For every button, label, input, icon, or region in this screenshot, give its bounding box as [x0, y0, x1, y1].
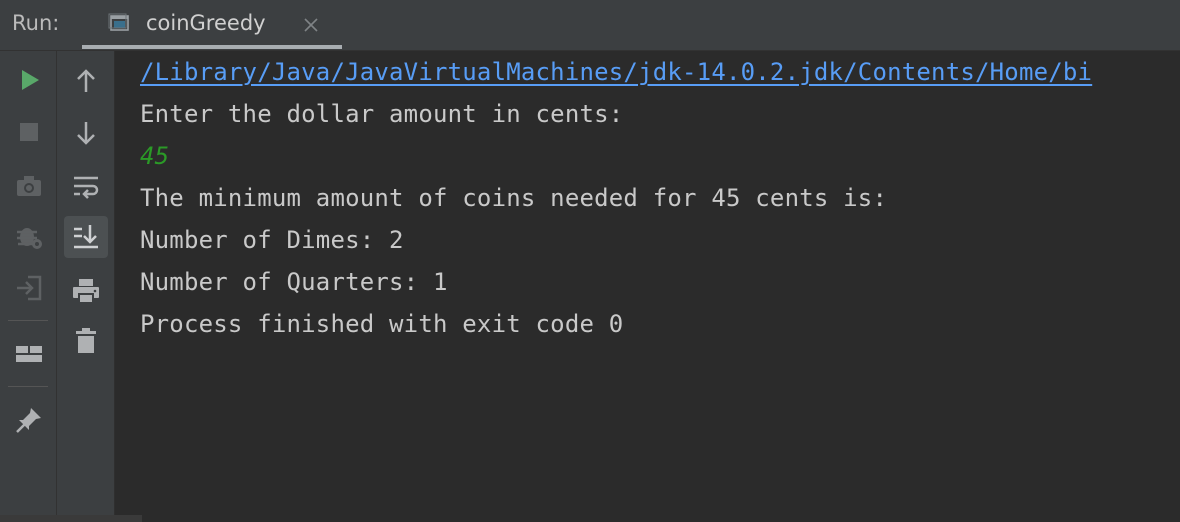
soft-wrap-icon[interactable] — [71, 172, 101, 202]
run-tool-window-header: Run: coinGreedy — [0, 0, 1180, 51]
stop-icon[interactable] — [14, 117, 44, 147]
quarters-count-text: Number of Quarters: 1 — [140, 268, 448, 296]
tab-coingreedy[interactable]: coinGreedy — [82, 0, 342, 51]
active-tab-indicator — [82, 45, 342, 49]
user-input-text: 45 — [140, 142, 170, 170]
horizontal-scrollbar-track[interactable] — [0, 515, 1180, 522]
tab-title: coinGreedy — [146, 11, 266, 35]
horizontal-scrollbar-thumb[interactable] — [0, 515, 142, 522]
scroll-to-end-icon[interactable] — [71, 222, 101, 252]
window-icon — [108, 12, 130, 34]
dimes-count-text: Number of Dimes: 2 — [140, 226, 404, 254]
settings-bug-icon[interactable] — [14, 221, 44, 251]
pin-icon[interactable] — [14, 405, 44, 435]
result-header-text: The minimum amount of coins needed for 4… — [140, 184, 888, 212]
print-icon[interactable] — [71, 276, 101, 306]
close-icon[interactable] — [302, 16, 320, 34]
toolbar-separator — [8, 386, 48, 387]
rerun-icon[interactable] — [14, 65, 44, 95]
trash-icon[interactable] — [71, 326, 101, 356]
prompt-text: Enter the dollar amount in cents: — [140, 100, 624, 128]
toolbar-separator — [8, 320, 48, 321]
arrow-up-icon[interactable] — [71, 66, 101, 96]
layout-icon[interactable] — [14, 339, 44, 369]
arrow-down-icon[interactable] — [71, 118, 101, 148]
java-path-link[interactable]: /Library/Java/JavaVirtualMachines/jdk-14… — [140, 58, 1092, 86]
run-toolbar-primary — [0, 51, 57, 522]
camera-icon[interactable] — [14, 171, 44, 201]
login-icon[interactable] — [14, 273, 44, 303]
exit-code-text: Process finished with exit code 0 — [140, 310, 624, 338]
run-label: Run: — [12, 11, 60, 35]
console-output[interactable]: /Library/Java/JavaVirtualMachines/jdk-14… — [116, 51, 1180, 515]
